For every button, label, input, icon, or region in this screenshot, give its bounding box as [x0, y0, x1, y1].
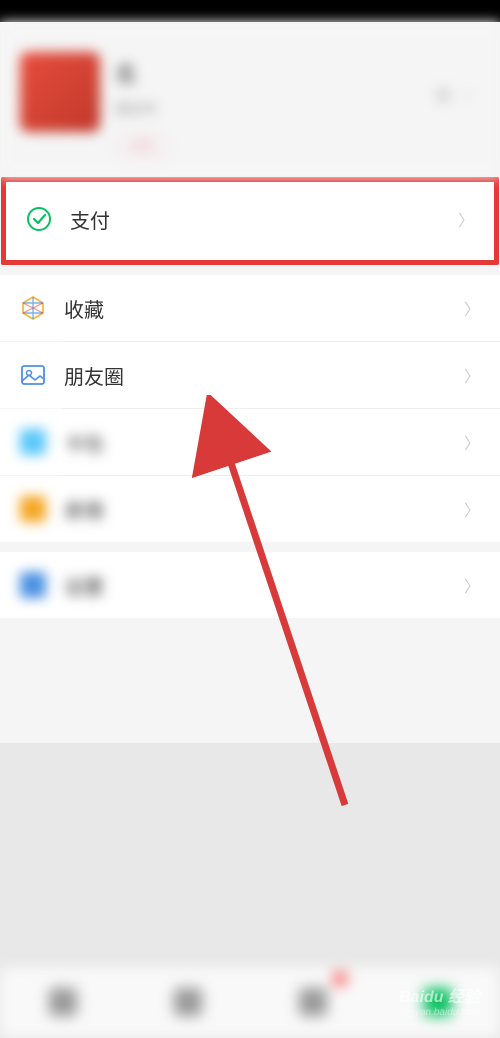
status-badge[interactable]: 状态 — [115, 134, 169, 157]
settings-icon — [20, 572, 46, 598]
watermark-brand: Baidu 经验 — [399, 983, 480, 1007]
chevron-right-icon: 〉 — [464, 296, 480, 320]
menu-item-cards[interactable]: 卡包 〉 — [0, 409, 500, 475]
menu-label: 表情 — [64, 495, 464, 524]
cards-icon — [20, 429, 46, 455]
tab-chat[interactable] — [0, 967, 125, 1038]
menu-label: 朋友圈 — [64, 361, 464, 390]
stickers-icon — [20, 496, 46, 522]
menu-label: 卡包 — [64, 428, 464, 457]
wechat-pay-icon — [26, 206, 52, 232]
chevron-right-icon: 〉 — [464, 430, 480, 454]
chevron-right-icon: 〉 — [464, 573, 480, 597]
profile-name: 名 — [115, 57, 420, 89]
chevron-right-icon: 〉 — [458, 207, 474, 231]
menu-item-pay[interactable]: 支付 〉 — [6, 186, 494, 252]
watermark: Baidu 经验 jingyan.baidu.com — [399, 983, 480, 1018]
menu-label: 支付 — [70, 205, 458, 234]
menu-item-moments[interactable]: 朋友圈 〉 — [0, 342, 500, 408]
favorites-icon — [20, 295, 46, 321]
status-bar — [0, 0, 500, 22]
badge-icon — [333, 972, 347, 986]
chevron-right-icon: 〉 — [464, 82, 480, 106]
profile-section[interactable]: 名 微信号 状态 ▦ 〉 — [0, 22, 500, 177]
menu-item-settings[interactable]: 设置 〉 — [0, 552, 500, 618]
tab-contacts[interactable] — [125, 967, 250, 1038]
chevron-right-icon: 〉 — [464, 497, 480, 521]
chevron-right-icon: 〉 — [464, 363, 480, 387]
menu-label: 设置 — [64, 571, 464, 600]
tab-discover[interactable] — [250, 967, 375, 1038]
menu-item-stickers[interactable]: 表情 〉 — [0, 476, 500, 542]
profile-id: 微信号 — [115, 99, 420, 119]
menu-item-favorites[interactable]: 收藏 〉 — [0, 275, 500, 341]
menu-label: 收藏 — [64, 294, 464, 323]
watermark-url: jingyan.baidu.com — [399, 1007, 480, 1018]
qr-icon[interactable]: ▦ — [435, 84, 452, 105]
avatar[interactable] — [20, 52, 100, 132]
moments-icon — [20, 362, 46, 388]
highlight-annotation: 支付 〉 — [1, 177, 499, 265]
